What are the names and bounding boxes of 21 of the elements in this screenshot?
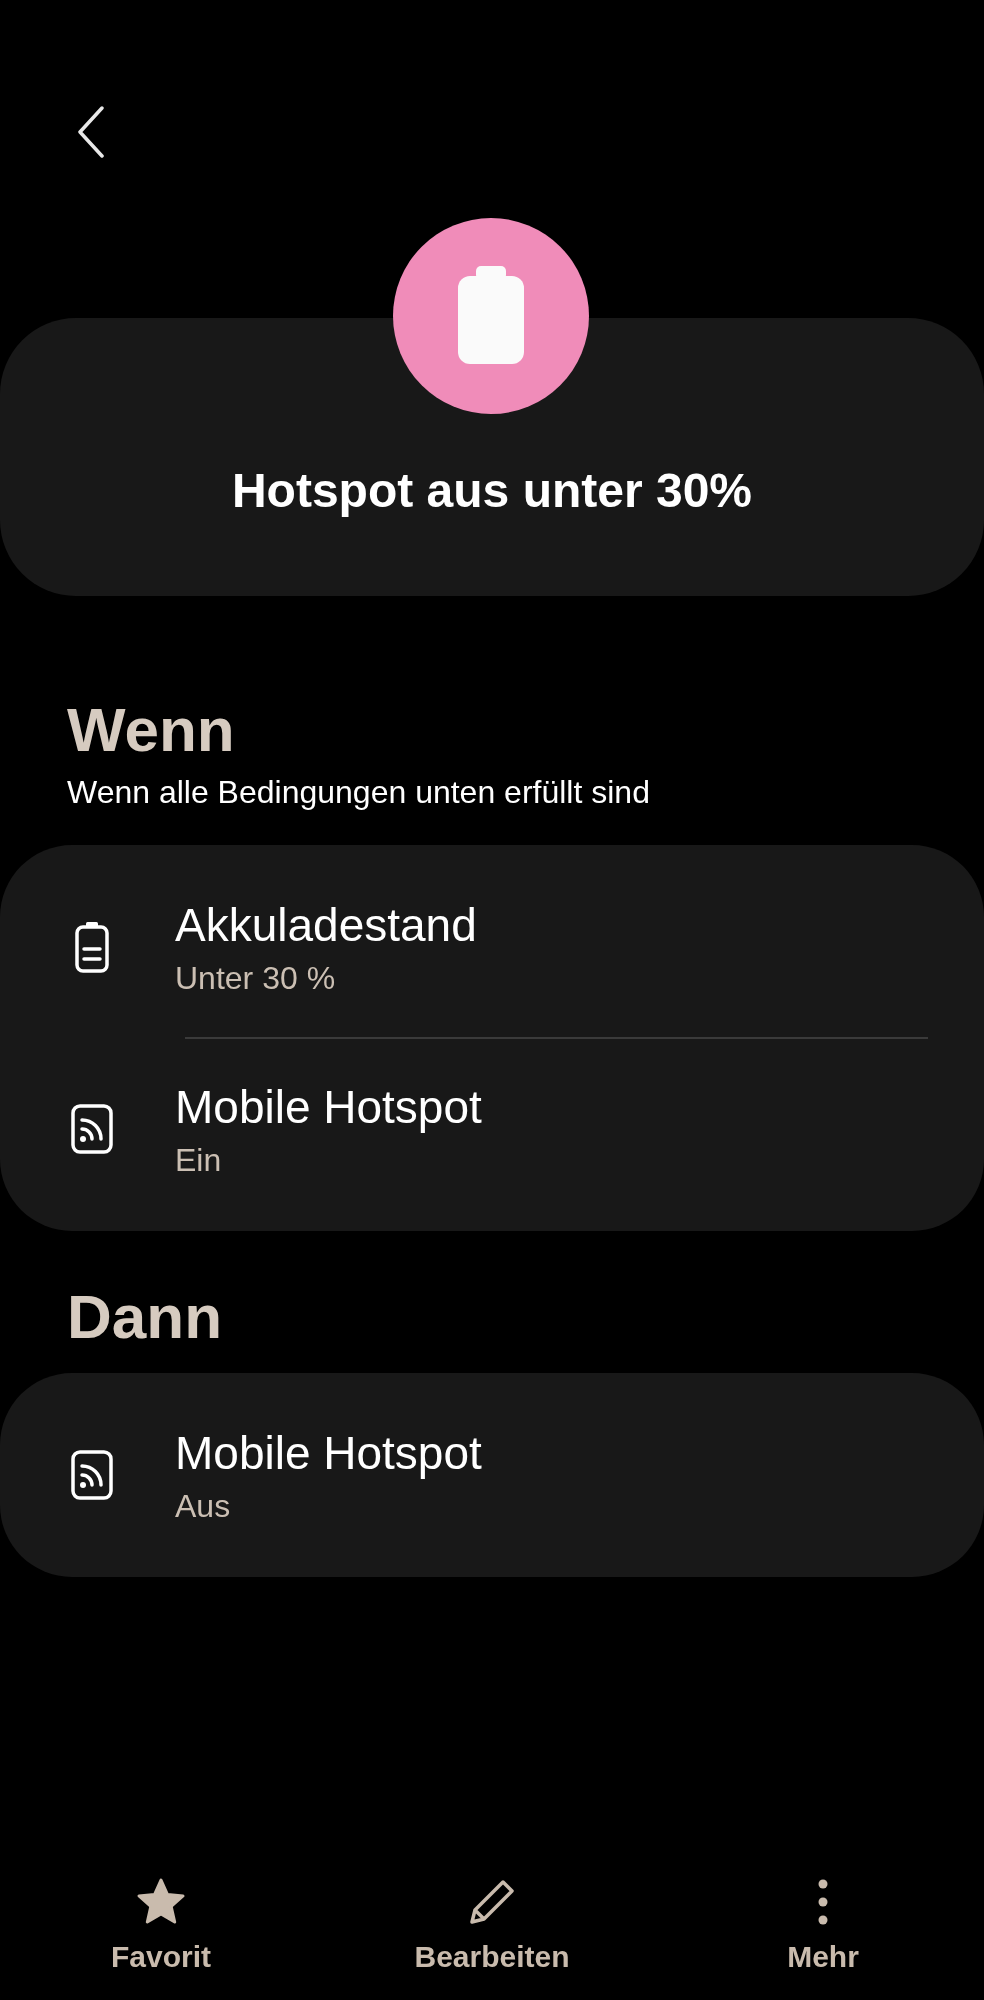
more-icon[interactable] [816, 1878, 830, 1926]
star-icon[interactable] [136, 1878, 186, 1926]
item-value: Unter 30 % [175, 959, 337, 997]
item-value: Aus [175, 1487, 232, 1525]
pencil-icon[interactable] [467, 1878, 517, 1926]
section-heading: Wenn [67, 696, 236, 765]
action-item[interactable]: Mobile Hotspot Aus [0, 1385, 984, 1566]
item-value: Ein [175, 1141, 223, 1179]
item-title: Mobile Hotspot [175, 1425, 482, 1480]
bottom-bar-button[interactable]: Mehr [787, 1940, 859, 1974]
bottom-bar-button[interactable]: Favorit [111, 1940, 211, 1974]
section-subtitle: Wenn alle Bedingungen unten erfüllt sind [67, 774, 651, 812]
section-heading: Dann [67, 1283, 223, 1352]
hotspot-icon [70, 1449, 114, 1502]
condition-item[interactable]: Akkuladestand Unter 30 % [0, 857, 984, 1038]
condition-item[interactable]: Mobile Hotspot Ein [0, 1039, 984, 1220]
routine-title: Hotspot aus unter 30% [231, 463, 753, 518]
item-title: Mobile Hotspot [175, 1079, 482, 1134]
bottom-bar-button[interactable]: Bearbeiten [414, 1940, 570, 1974]
item-title: Akkuladestand [175, 897, 477, 952]
hotspot-icon [70, 1103, 114, 1156]
